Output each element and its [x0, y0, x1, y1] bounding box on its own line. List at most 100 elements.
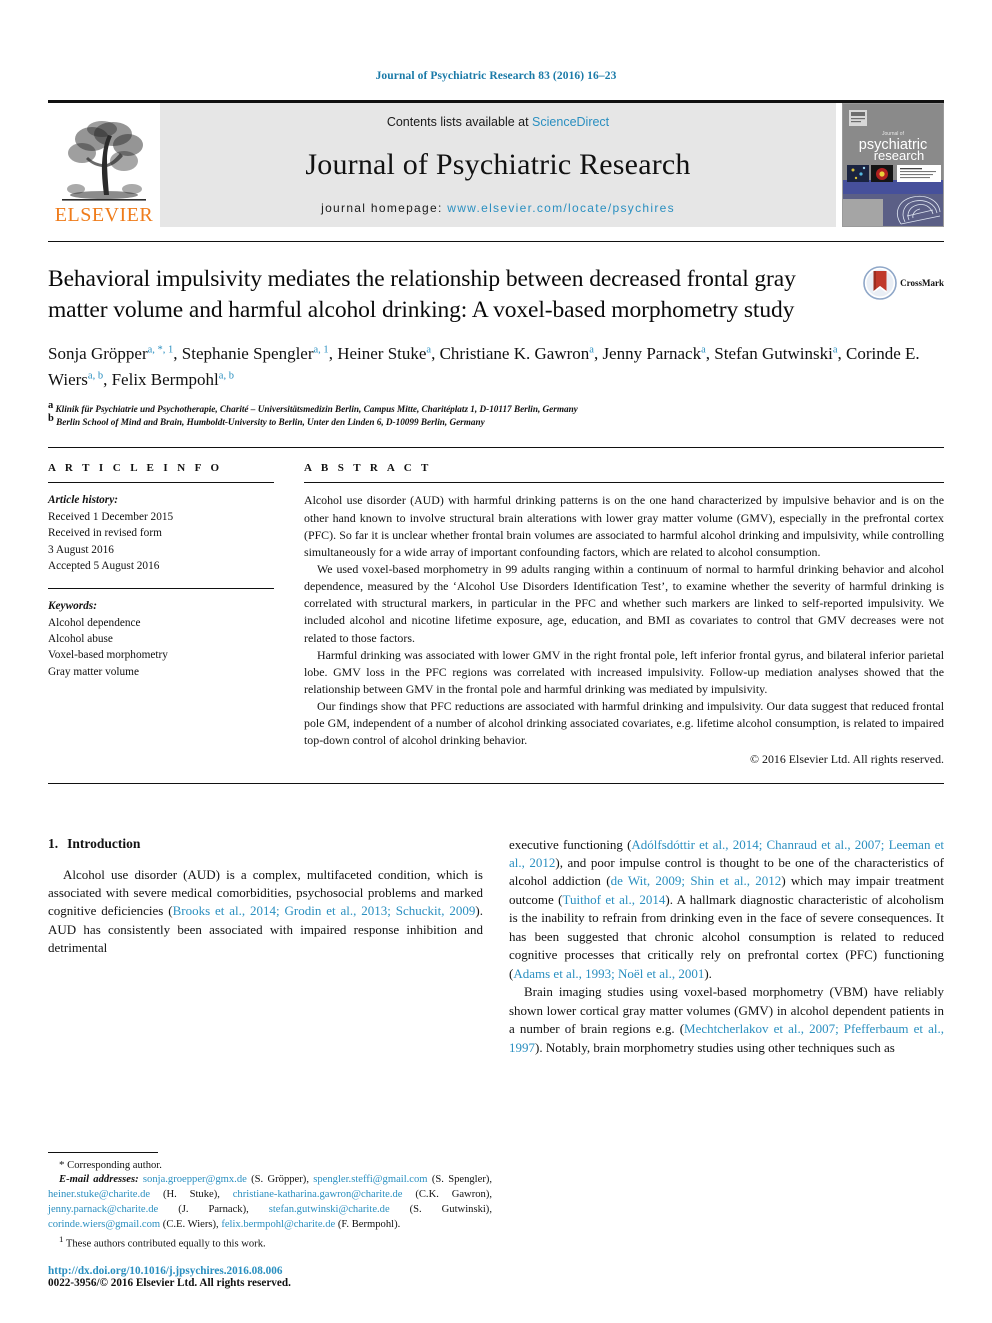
article-info-column: A R T I C L E I N F O Article history: R…: [48, 462, 304, 766]
email-link[interactable]: christiane-katharina.gawron@charite.de: [233, 1189, 403, 1200]
keyword-item: Voxel-based morphometry: [48, 649, 168, 662]
running-head: Journal of Psychiatric Research 83 (2016…: [375, 70, 617, 82]
keywords-group: Keywords: Alcohol dependence Alcohol abu…: [48, 598, 274, 680]
citation-link[interactable]: de Wit, 2009; Shin et al., 2012: [611, 873, 782, 888]
text-segment: executive functioning (: [509, 836, 632, 852]
homepage-url-link[interactable]: www.elsevier.com/locate/psychires: [447, 201, 675, 215]
history-item: 3 August 2016: [48, 543, 114, 556]
abstract-column: A B S T R A C T Alcohol use disorder (AU…: [304, 462, 944, 766]
section-title: Introduction: [67, 835, 141, 851]
abstract-paragraph: We used voxel-based morphometry in 99 ad…: [304, 562, 944, 645]
email-person: (S. Spengler): [431, 1174, 490, 1186]
keywords-rule: [48, 588, 274, 590]
abstract-bottom-divider: [48, 782, 944, 784]
footnote-area: * Corresponding author. E-mail addresses…: [48, 1151, 493, 1289]
history-item: Accepted 5 August 2016: [48, 559, 160, 572]
email-link[interactable]: jenny.parnack@charite.de: [48, 1204, 158, 1215]
abstract-copyright: © 2016 Elsevier Ltd. All rights reserved…: [750, 751, 944, 766]
author-name: Heiner Stuke: [337, 344, 427, 364]
email-link[interactable]: spengler.steffi@gmail.com: [313, 1174, 427, 1185]
page-title: Behavioral impulsivity mediates the rela…: [48, 266, 796, 323]
article-info-rule: [48, 482, 274, 484]
article-info-heading: A R T I C L E I N F O: [48, 462, 223, 475]
intro-paragraph-right-2: Brain imaging studies using voxel-based …: [509, 983, 944, 1057]
email-link[interactable]: stefan.gutwinski@charite.de: [269, 1204, 390, 1215]
keyword-item: Alcohol dependence: [48, 616, 141, 629]
email-label: E-mail addresses:: [59, 1174, 139, 1186]
abstract-paragraph: Our findings show that PFC reductions ar…: [304, 699, 944, 748]
history-item: Received 1 December 2015: [48, 510, 174, 523]
author-marks: a, b: [218, 370, 234, 382]
abstract-body: Alcohol use disorder (AUD) with harmful …: [304, 492, 944, 766]
contents-available-line: Contents lists available at ScienceDirec…: [387, 115, 609, 129]
author-marks: a, b: [87, 370, 104, 382]
equal-contribution-text: These authors contributed equally to thi…: [65, 1238, 266, 1250]
email-person: (C.E. Wiers): [162, 1218, 217, 1230]
article-page: Journal of Psychiatric Research 83 (2016…: [0, 0, 992, 1323]
email-person: (S. Gröpper): [251, 1174, 307, 1186]
email-link[interactable]: sonja.groepper@gmx.de: [143, 1174, 247, 1185]
abstract-rule: [304, 482, 944, 484]
footnote-divider: [48, 1151, 158, 1153]
abstract-paragraph: Harmful drinking was associated with low…: [304, 647, 944, 697]
citation-link[interactable]: Brooks et al., 2014; Grodin et al., 2013…: [173, 903, 476, 918]
sciencedirect-link[interactable]: ScienceDirect: [532, 115, 609, 129]
body-columns: 1. Introduction Alcohol use disorder (AUD…: [48, 836, 944, 1057]
citation-link[interactable]: Tuithof et al., 2014: [562, 892, 665, 907]
article-history-label: Article history:: [48, 494, 118, 507]
email-link[interactable]: felix.bermpohl@charite.de: [221, 1219, 335, 1230]
email-link[interactable]: heiner.stuke@charite.de: [48, 1189, 150, 1200]
crossmark-label: CrossMark: [900, 278, 944, 288]
author-name: Felix Bermpohl: [111, 370, 219, 390]
text-segment: ). Notably, brain morphometry studies us…: [535, 1039, 895, 1055]
corresponding-marker: *: [59, 1158, 65, 1171]
history-item: Received in revised form: [48, 527, 162, 540]
affiliation-text: Klinik für Psychiatrie und Psychotherapi…: [55, 403, 578, 414]
text-segment: ).: [704, 965, 712, 981]
affiliation-mark: a: [48, 399, 54, 411]
equal-contribution-marker: 1: [59, 1233, 64, 1244]
doi-link[interactable]: http://dx.doi.org/10.1016/j.jpsychires.2…: [48, 1265, 492, 1277]
body-column-left: 1. Introduction Alcohol use disorder (AUD…: [48, 836, 483, 1057]
equal-contribution-note: 1 These authors contributed equally to t…: [48, 1233, 492, 1252]
author-name: Christiane K. Gawron: [439, 344, 590, 364]
info-abstract-row: A R T I C L E I N F O Article history: R…: [48, 448, 944, 766]
elsevier-wordmark: ELSEVIER: [54, 204, 154, 226]
journal-homepage-line: journal homepage: www.elsevier.com/locat…: [321, 201, 675, 215]
author-name: Jenny Parnack: [602, 344, 702, 364]
author-marks: a: [426, 344, 432, 356]
contents-prefix: Contents lists available at: [386, 115, 533, 129]
corresponding-author-note: * Corresponding author.: [48, 1158, 492, 1174]
author-marks: a, 1: [313, 344, 329, 356]
affiliation-list: a Klinik für Psychiatrie und Psychothera…: [48, 399, 944, 430]
email-link[interactable]: corinde.wiers@gmail.com: [48, 1219, 160, 1230]
intro-paragraph-left: Alcohol use disorder (AUD) is a complex,…: [48, 866, 483, 958]
author-name: Stephanie Spengler: [181, 344, 314, 364]
body-column-right: executive functioning (Adólfsdóttir et a…: [509, 836, 944, 1057]
keywords-label: Keywords:: [48, 600, 97, 613]
affiliation-item: b Berlin School of Mind and Brain, Humbo…: [48, 413, 944, 429]
email-person: (F. Bermpohl): [337, 1218, 398, 1230]
email-person: (S. Gutwinski): [409, 1203, 490, 1215]
citation-link[interactable]: Adams et al., 1993; Noël et al., 2001: [513, 966, 704, 981]
email-person: (J. Parnack): [178, 1203, 247, 1215]
section-number: 1.: [48, 835, 59, 851]
intro-paragraph-right-1: executive functioning (Adólfsdóttir et a…: [509, 836, 944, 984]
author-list: Sonja Gröppera, *, 1, Stephanie Spengler…: [48, 344, 920, 390]
affiliation-text: Berlin School of Mind and Brain, Humbold…: [56, 417, 485, 428]
crossmark-icon: [863, 266, 897, 300]
author-name: Stefan Gutwinski: [714, 344, 833, 364]
affiliation-mark: b: [48, 413, 54, 425]
homepage-prefix: journal homepage:: [321, 201, 448, 215]
affiliation-item: a Klinik für Psychiatrie und Psychothera…: [48, 399, 944, 416]
elsevier-logo: ELSEVIER: [48, 103, 160, 227]
keyword-item: Gray matter volume: [48, 665, 139, 678]
title-block: Behavioral impulsivity mediates the rela…: [48, 242, 944, 325]
author-marks: a, *, 1: [147, 344, 174, 356]
svg-text:research: research: [874, 148, 925, 163]
masthead-center: Contents lists available at ScienceDirec…: [160, 103, 836, 227]
author-marks: a: [589, 344, 594, 356]
email-addresses-note: E-mail addresses: sonja.groepper@gmx.de …: [48, 1174, 493, 1230]
crossmark-badge[interactable]: CrossMark: [840, 264, 944, 325]
section-heading-introduction: 1. Introduction: [48, 836, 483, 852]
